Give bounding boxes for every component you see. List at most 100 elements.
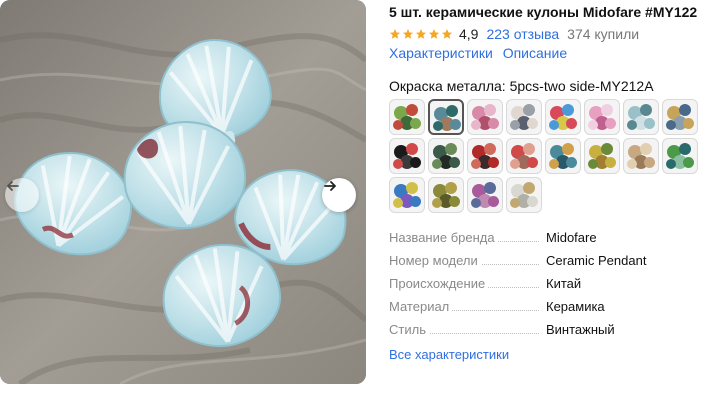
variant-swatch[interactable] (428, 99, 464, 135)
swatch-thumbnail-dot (683, 157, 694, 168)
product-title: 5 шт. керамические кулоны Midofare #MY12… (389, 4, 698, 20)
variant-swatch[interactable] (389, 177, 425, 213)
spec-key: Номер модели (389, 253, 481, 268)
swatch-thumbnail-dot (527, 118, 538, 129)
swatch-thumbnail-dot (523, 104, 535, 116)
swatch-thumbnail-dot (433, 121, 443, 131)
swatch-thumbnail-dot (527, 196, 538, 207)
variant-swatch[interactable] (506, 138, 542, 174)
arrow-left-icon (7, 181, 19, 191)
swatch-thumbnail-dot (488, 196, 499, 207)
variant-swatches (389, 99, 714, 213)
swatch-thumbnail-dot (605, 118, 616, 129)
variant-swatch[interactable] (623, 138, 659, 174)
swatch-thumbnail-dot (432, 198, 442, 208)
reviews-link[interactable]: 223 отзыва (486, 26, 559, 42)
spec-row: Материал Керамика (389, 296, 714, 319)
swatch-thumbnail-dot (527, 157, 538, 168)
swatch-thumbnail-dot (446, 105, 458, 117)
swatch-thumbnail-dot (393, 120, 403, 130)
swatch-thumbnail-dot (588, 120, 598, 130)
swatch-thumbnail-dot (406, 182, 418, 194)
arrow-right-icon (324, 181, 336, 191)
swatch-thumbnail-dot (679, 104, 691, 116)
variant-swatch[interactable] (545, 138, 581, 174)
variant-swatch[interactable] (389, 138, 425, 174)
swatch-thumbnail-dot (510, 159, 520, 169)
swatch-thumbnail-dot (562, 143, 574, 155)
rating-row: 4,9 223 отзыва 374 купили (389, 25, 639, 43)
variant-swatch[interactable] (467, 138, 503, 174)
spec-value: Китай (546, 276, 582, 291)
swatch-thumbnail-dot (566, 157, 577, 168)
product-image-gallery[interactable] (0, 0, 366, 384)
swatch-thumbnail-dot (640, 104, 652, 116)
variant-swatch[interactable] (506, 177, 542, 213)
swatch-thumbnail-dot (666, 159, 676, 169)
swatch-thumbnail-dot (644, 118, 655, 129)
swatch-thumbnail-dot (449, 196, 460, 207)
swatch-thumbnail-dot (644, 157, 655, 168)
spec-value: Midofare (546, 230, 597, 245)
tab-description[interactable]: Описание (503, 45, 567, 61)
variant-swatch[interactable] (428, 138, 464, 174)
variant-swatch[interactable] (662, 99, 698, 135)
spec-key: Материал (389, 299, 453, 314)
spec-row: Номер модели Ceramic Pendant (389, 250, 714, 273)
swatch-thumbnail-dot (601, 104, 613, 116)
swatch-thumbnail-dot (393, 198, 403, 208)
spec-value: Винтажный (546, 322, 615, 337)
swatch-thumbnail-dot (471, 159, 481, 169)
all-specs-link[interactable]: Все характеристики (389, 347, 509, 362)
variant-swatch[interactable] (623, 99, 659, 135)
swatch-thumbnail-dot (605, 157, 616, 168)
variant-swatch[interactable] (428, 177, 464, 213)
spec-value: Ceramic Pendant (546, 253, 647, 268)
swatch-thumbnail-dot (410, 196, 421, 207)
variant-swatch[interactable] (584, 99, 620, 135)
gallery-next-button[interactable] (322, 178, 356, 212)
swatch-thumbnail-dot (679, 143, 691, 155)
rating-stars (389, 28, 453, 40)
swatch-thumbnail-dot (627, 120, 637, 130)
spec-value: Керамика (546, 299, 605, 314)
spec-key: Название бренда (389, 230, 498, 245)
swatch-thumbnail-dot (601, 143, 613, 155)
variant-swatch[interactable] (506, 99, 542, 135)
swatch-thumbnail-dot (627, 159, 637, 169)
bought-count: 374 купили (567, 26, 640, 42)
swatch-thumbnail-dot (640, 143, 652, 155)
gallery-prev-button[interactable] (5, 178, 39, 212)
product-photo (0, 0, 366, 384)
swatch-thumbnail-dot (566, 118, 577, 129)
swatch-thumbnail-dot (393, 159, 403, 169)
swatch-thumbnail-dot (445, 143, 457, 155)
variant-swatch[interactable] (467, 177, 503, 213)
swatch-thumbnail-dot (406, 104, 418, 116)
star-icon (403, 29, 413, 39)
variant-swatch[interactable] (662, 138, 698, 174)
star-icon (429, 29, 439, 39)
variant-swatch[interactable] (584, 138, 620, 174)
rating-value: 4,9 (459, 26, 479, 42)
swatch-thumbnail-dot (432, 159, 442, 169)
swatch-thumbnail-dot (484, 182, 496, 194)
swatch-thumbnail-dot (445, 182, 457, 194)
swatch-thumbnail-dot (523, 182, 535, 194)
swatch-thumbnail-dot (484, 143, 496, 155)
swatch-thumbnail-dot (549, 159, 559, 169)
swatch-thumbnail-dot (410, 118, 421, 129)
star-icon (416, 29, 426, 39)
swatch-thumbnail-dot (510, 198, 520, 208)
swatch-thumbnail-dot (449, 157, 460, 168)
swatch-thumbnail-dot (450, 119, 461, 130)
variant-swatch[interactable] (389, 99, 425, 135)
swatch-thumbnail-dot (488, 118, 499, 129)
swatch-thumbnail-dot (471, 120, 481, 130)
tab-characteristics[interactable]: Характеристики (389, 45, 493, 61)
specs-table: Название бренда Midofare Номер модели Ce… (389, 227, 714, 342)
variant-swatch[interactable] (467, 99, 503, 135)
spec-row: Происхождение Китай (389, 273, 714, 296)
variant-swatch[interactable] (545, 99, 581, 135)
swatch-thumbnail-dot (683, 118, 694, 129)
